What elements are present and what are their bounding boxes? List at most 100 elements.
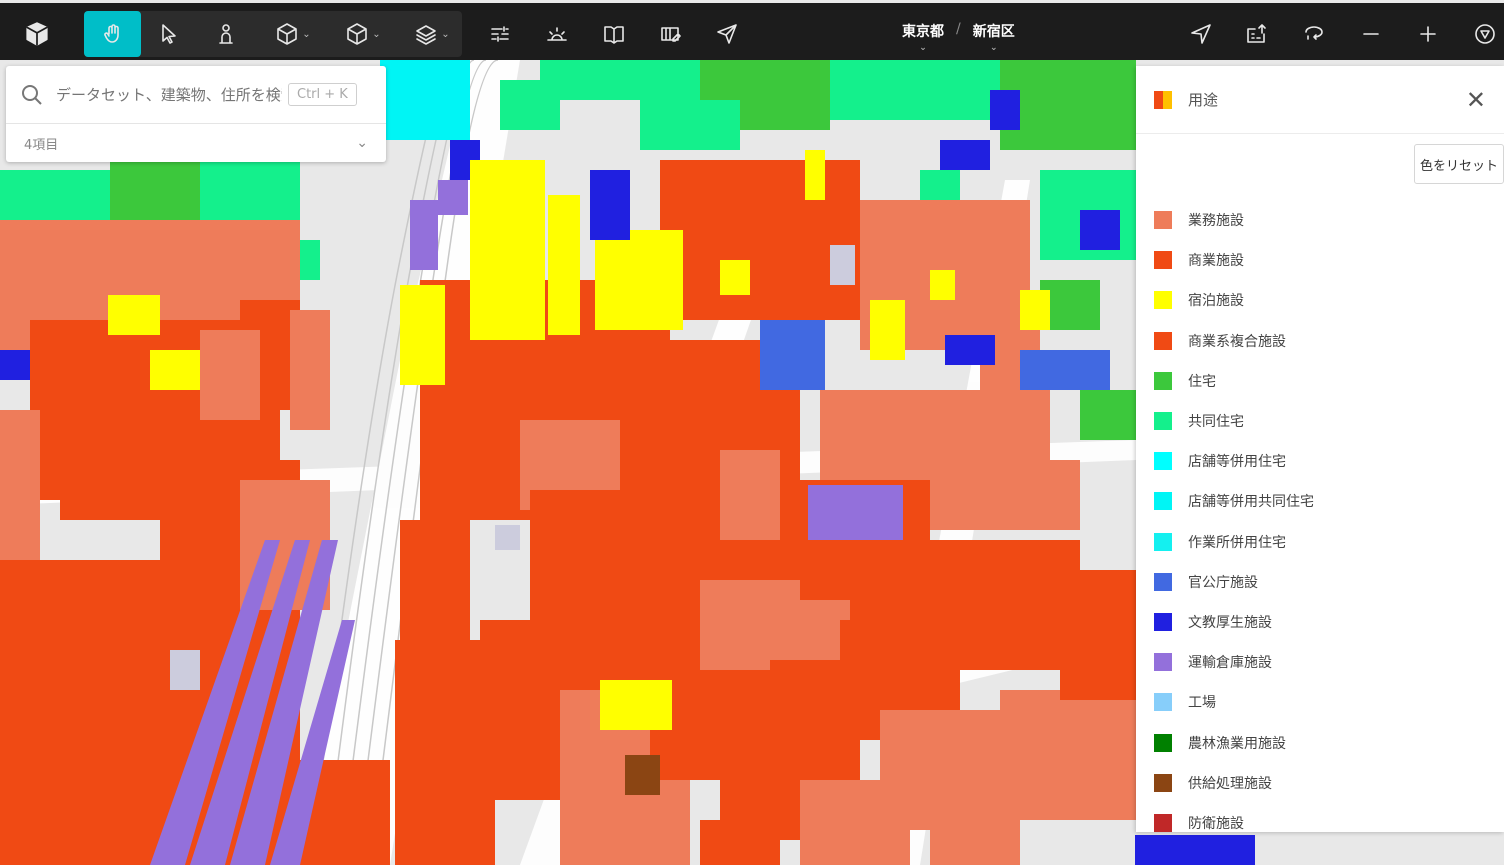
layers-icon xyxy=(416,25,437,45)
legend-item[interactable]: 商業系複合施設 xyxy=(1154,321,1314,361)
legend-item-label: 作業所併用住宅 xyxy=(1188,534,1286,551)
person-icon xyxy=(219,24,233,44)
share-button[interactable] xyxy=(712,11,742,57)
cube-id-icon xyxy=(347,23,368,45)
box-tool-button[interactable]: ⌄ xyxy=(268,11,318,57)
search-panel: Ctrl + K 4項目 ⌄ xyxy=(6,66,386,162)
legend-item[interactable]: 共同住宅 xyxy=(1154,401,1314,441)
rotate-icon xyxy=(1305,26,1323,40)
locate-button[interactable] xyxy=(1186,11,1216,57)
legend-list: 業務施設商業施設 宿泊施設商業系複合施設 住宅共同住宅店舗等併用住宅店舗等併用共同住… xyxy=(1154,200,1314,832)
color-swatch[interactable] xyxy=(1154,291,1172,310)
edit-layer-button[interactable] xyxy=(656,11,686,57)
chevron-down-icon: ⌄ xyxy=(372,28,381,40)
app-logo-icon[interactable] xyxy=(22,11,52,57)
minus-icon xyxy=(1363,33,1379,35)
breadcrumb-prefecture-label: 東京都 xyxy=(902,24,944,40)
legend-item-label: 防衛施設 xyxy=(1188,815,1244,832)
legend-item[interactable]: 作業所併用住宅 xyxy=(1154,522,1314,562)
sunrise-icon xyxy=(547,27,567,41)
cursor-arrow-icon xyxy=(162,24,176,44)
legend-panel: 用途 ✕ 色をリセット 業務施設商業施設 宿泊施設商業系複合施設 住宅共同住宅店舗等… xyxy=(1136,66,1504,832)
chevron-down-icon: ⌄ xyxy=(302,28,311,40)
export-button[interactable] xyxy=(1242,11,1272,57)
legend-item[interactable]: 店舗等併用住宅 xyxy=(1154,441,1314,481)
color-swatch[interactable] xyxy=(1154,211,1172,230)
legend-item[interactable]: 官公庁施設 xyxy=(1154,562,1314,602)
legend-item-label: 商業系複合施設 xyxy=(1188,333,1286,350)
legend-header: 用途 ✕ xyxy=(1136,66,1504,134)
legend-item[interactable]: 農林漁業用施設 xyxy=(1154,722,1314,762)
legend-item-label: 業務施設 xyxy=(1188,213,1244,230)
legend-item-label: 住宅 xyxy=(1188,373,1216,390)
color-swatch[interactable] xyxy=(1154,813,1172,832)
legend-item-label: 共同住宅 xyxy=(1188,414,1244,431)
zoom-out-button[interactable] xyxy=(1356,11,1386,57)
legend-item-label: 供給処理施設 xyxy=(1188,775,1272,792)
legend-item[interactable]: 文教厚生施設 xyxy=(1154,602,1314,642)
export-icon xyxy=(1247,24,1266,43)
legend-title: 用途 xyxy=(1188,91,1219,109)
top-toolbar: ⌄ ⌄ ⌄ 東京都 ⌄ / 新宿区 ⌄ xyxy=(0,0,1504,60)
plus-icon xyxy=(1420,26,1436,42)
color-swatch[interactable] xyxy=(1154,653,1172,672)
legend-item[interactable]: 商業施設 xyxy=(1154,240,1314,280)
legend-item-label: 農林漁業用施設 xyxy=(1188,735,1286,752)
legend-item-label: 工場 xyxy=(1188,695,1216,712)
legend-item[interactable]: 供給処理施設 xyxy=(1154,763,1314,803)
legend-item[interactable]: 宿泊施設 xyxy=(1154,280,1314,320)
color-swatch[interactable] xyxy=(1154,612,1172,631)
chevron-down-icon: ⌄ xyxy=(356,135,368,151)
pan-tool-button[interactable] xyxy=(84,11,141,57)
reset-colors-button[interactable]: 色をリセット xyxy=(1414,144,1504,184)
color-swatch[interactable] xyxy=(1154,572,1172,591)
legend-item[interactable]: 店舗等併用共同住宅 xyxy=(1154,481,1314,521)
legend-item[interactable]: 運輸倉庫施設 xyxy=(1154,642,1314,682)
close-icon[interactable]: ✕ xyxy=(1466,88,1486,112)
hand-icon xyxy=(103,24,119,43)
breadcrumb: 東京都 ⌄ / 新宿区 ⌄ xyxy=(890,17,1027,57)
sliders-icon xyxy=(491,26,509,42)
color-swatch[interactable] xyxy=(1154,693,1172,712)
search-shortcut-badge: Ctrl + K xyxy=(288,83,357,106)
color-swatch[interactable] xyxy=(1154,412,1172,431)
pedestrian-tool-button[interactable] xyxy=(203,11,249,57)
legend-item-label: 文教厚生施設 xyxy=(1188,614,1272,631)
layers-tool-button[interactable]: ⌄ xyxy=(407,11,457,57)
legend-item[interactable]: 住宅 xyxy=(1154,361,1314,401)
adjust-button[interactable] xyxy=(485,11,515,57)
legend-item-label: 運輸倉庫施設 xyxy=(1188,655,1272,672)
legend-item[interactable]: 防衛施設 xyxy=(1154,803,1314,832)
color-swatch[interactable] xyxy=(1154,251,1172,270)
search-input[interactable] xyxy=(56,85,282,104)
sunlight-button[interactable] xyxy=(542,11,572,57)
breadcrumb-ward[interactable]: 新宿区 ⌄ xyxy=(961,17,1027,53)
breadcrumb-ward-label: 新宿区 xyxy=(972,24,1015,40)
color-swatch[interactable] xyxy=(1154,773,1172,792)
legend-item-label: 官公庁施設 xyxy=(1188,574,1258,591)
map-book-button[interactable] xyxy=(599,11,629,57)
cube-icon xyxy=(277,23,298,45)
zoom-in-button[interactable] xyxy=(1413,11,1443,57)
color-swatch[interactable] xyxy=(1154,532,1172,551)
dataset-count-label: 4項目 xyxy=(24,137,59,153)
breadcrumb-prefecture[interactable]: 東京都 ⌄ xyxy=(890,17,956,53)
color-swatch[interactable] xyxy=(1154,331,1172,350)
search-icon xyxy=(22,84,42,105)
color-swatch[interactable] xyxy=(1154,492,1172,511)
chevron-down-icon: ⌄ xyxy=(919,43,927,53)
dataset-count-dropdown[interactable]: 4項目 ⌄ xyxy=(6,124,386,162)
color-swatch[interactable] xyxy=(1154,452,1172,471)
paper-plane-icon xyxy=(717,24,737,44)
select-tool-button[interactable] xyxy=(146,11,192,57)
color-swatch[interactable] xyxy=(1154,733,1172,752)
map-icon xyxy=(604,26,624,44)
layer-edit-icon xyxy=(661,27,681,42)
legend-item[interactable]: 工場 xyxy=(1154,682,1314,722)
legend-item[interactable]: 業務施設 xyxy=(1154,200,1314,240)
box-id-tool-button[interactable]: ⌄ xyxy=(338,11,388,57)
legend-item-label: 店舗等併用住宅 xyxy=(1188,454,1286,471)
color-swatch[interactable] xyxy=(1154,371,1172,390)
compass-button[interactable] xyxy=(1470,11,1500,57)
rotate-button[interactable] xyxy=(1299,11,1329,57)
